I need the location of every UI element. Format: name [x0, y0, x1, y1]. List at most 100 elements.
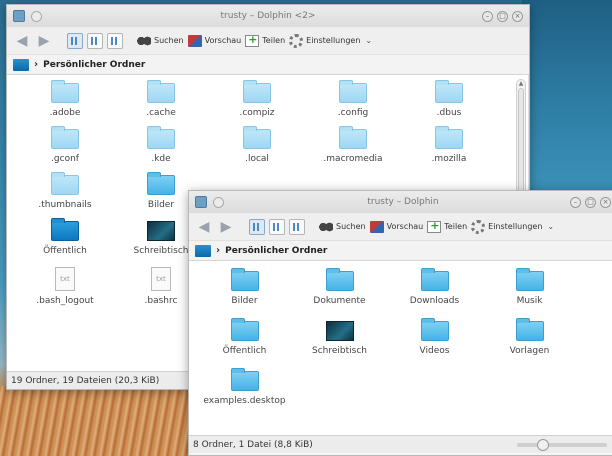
settings-label: Einstellungen — [306, 36, 361, 45]
hidden-folder-icon — [339, 126, 367, 149]
split-button[interactable]: Teilen — [427, 219, 467, 233]
pin-icon[interactable] — [213, 196, 224, 208]
search-button[interactable]: Suchen — [319, 220, 366, 233]
hidden-folder-icon — [243, 126, 271, 149]
folder-icon — [230, 318, 259, 341]
hidden-folder-icon — [51, 126, 79, 149]
close-button[interactable]: × — [512, 10, 523, 22]
file-view[interactable]: Bilder Dokumente Downloads Musik Öffentlich S… — [189, 261, 612, 435]
file-item[interactable]: .config — [305, 79, 401, 125]
file-item[interactable]: .dbus — [401, 79, 497, 125]
app-menu-icon[interactable] — [13, 10, 25, 22]
folder-icon — [230, 268, 259, 291]
hidden-folder-icon — [147, 80, 175, 103]
text-file-icon: txt — [55, 267, 75, 291]
file-item[interactable]: Videos — [387, 317, 482, 367]
file-item[interactable]: .compiz — [209, 79, 305, 125]
search-button[interactable]: Suchen — [137, 34, 184, 47]
file-item-label: .kde — [151, 154, 171, 164]
maximize-button[interactable]: □ — [585, 196, 596, 208]
desktop-folder-icon — [147, 221, 175, 241]
file-item-label: Bilder — [147, 200, 175, 210]
title-bar[interactable]: trusty – Dolphin <2> – □ × — [7, 5, 529, 27]
search-label: Suchen — [154, 36, 184, 45]
file-item[interactable]: examples.desktop — [197, 367, 292, 417]
details-view-button[interactable] — [289, 218, 305, 235]
file-item-label: .macromedia — [323, 154, 383, 164]
back-arrow-icon[interactable]: ◀ — [13, 33, 31, 49]
minimize-button[interactable]: – — [570, 196, 581, 208]
folder-icon — [515, 318, 544, 341]
settings-button[interactable]: Einstellungen ⌄ — [289, 33, 373, 48]
pin-icon[interactable] — [31, 10, 42, 22]
minimize-button[interactable]: – — [482, 10, 493, 22]
file-item[interactable]: .mozilla — [401, 125, 497, 171]
file-item[interactable]: .thumbnails — [17, 171, 113, 217]
split-label: Teilen — [262, 36, 286, 45]
file-item[interactable]: Öffentlich — [197, 317, 292, 367]
hidden-folder-icon — [51, 80, 79, 103]
compact-view-button[interactable] — [269, 218, 285, 235]
folder-icon — [420, 268, 449, 291]
file-item[interactable]: .macromedia — [305, 125, 401, 171]
breadcrumb-home[interactable]: Persönlicher Ordner — [43, 60, 145, 70]
binoculars-icon — [137, 34, 151, 47]
zoom-slider[interactable] — [517, 438, 607, 451]
preview-button[interactable]: Vorschau — [369, 220, 424, 233]
status-bar: 8 Ordner, 1 Datei (8,8 KiB) — [189, 435, 612, 453]
hidden-folder-icon — [51, 172, 79, 195]
file-item[interactable]: .cache — [113, 79, 209, 125]
file-item[interactable]: Öffentlich — [17, 217, 113, 263]
details-view-button[interactable] — [107, 32, 123, 49]
file-item[interactable]: .local — [209, 125, 305, 171]
file-item-label: .dbus — [436, 108, 462, 118]
location-bar[interactable]: › Persönlicher Ordner — [7, 55, 529, 75]
file-item[interactable]: Dokumente — [292, 267, 387, 317]
folder-icon — [515, 268, 544, 291]
preview-button[interactable]: Vorschau — [187, 34, 242, 47]
breadcrumb-home[interactable]: Persönlicher Ordner — [225, 246, 327, 256]
forward-arrow-icon[interactable]: ▶ — [35, 33, 53, 49]
settings-button[interactable]: Einstellungen ⌄ — [471, 219, 554, 234]
icons-view-button[interactable] — [67, 32, 83, 49]
maximize-button[interactable]: □ — [497, 10, 508, 22]
forward-arrow-icon[interactable]: ▶ — [217, 219, 235, 235]
file-item-label: .bashrc — [144, 296, 178, 306]
folder-icon — [325, 268, 354, 291]
file-item[interactable]: Bilder — [197, 267, 292, 317]
location-bar[interactable]: › Persönlicher Ordner — [189, 241, 612, 261]
compact-view-button[interactable] — [87, 32, 103, 49]
zoom-slider-handle[interactable] — [536, 438, 549, 451]
hidden-folder-icon — [435, 126, 463, 149]
dolphin-window-front[interactable]: trusty – Dolphin – □ × ◀ ▶ Suchen Vorsch… — [188, 190, 612, 456]
file-item[interactable]: txt .bash_logout — [17, 263, 113, 309]
scroll-up-icon[interactable]: ▲ — [517, 80, 525, 88]
file-item-label: examples.desktop — [203, 396, 286, 406]
file-item-label: Bilder — [231, 296, 258, 306]
title-bar[interactable]: trusty – Dolphin – □ × — [189, 191, 612, 213]
gear-icon — [289, 33, 304, 48]
file-item[interactable]: Schreibtisch — [292, 317, 387, 367]
file-item[interactable]: Musik — [482, 267, 577, 317]
file-item[interactable]: .adobe — [17, 79, 113, 125]
settings-label: Einstellungen — [488, 222, 543, 231]
text-file-icon: txt — [151, 267, 171, 291]
hidden-folder-icon — [147, 126, 175, 149]
preview-label: Vorschau — [386, 222, 424, 231]
app-menu-icon[interactable] — [195, 196, 207, 208]
split-button[interactable]: Teilen — [245, 33, 286, 47]
file-item[interactable]: Vorlagen — [482, 317, 577, 367]
folder-icon — [230, 368, 259, 391]
file-item[interactable]: Downloads — [387, 267, 482, 317]
file-item-label: Videos — [419, 346, 450, 356]
file-item-label: .thumbnails — [38, 200, 92, 210]
file-item[interactable]: .kde — [113, 125, 209, 171]
close-button[interactable]: × — [600, 196, 611, 208]
file-item[interactable]: .gconf — [17, 125, 113, 171]
file-item-label: Downloads — [409, 296, 460, 306]
back-arrow-icon[interactable]: ◀ — [195, 219, 213, 235]
icons-view-button[interactable] — [249, 218, 265, 235]
preview-label: Vorschau — [204, 36, 242, 45]
chevron-down-icon: ⌄ — [365, 36, 373, 45]
file-item-label: Öffentlich — [43, 246, 87, 256]
